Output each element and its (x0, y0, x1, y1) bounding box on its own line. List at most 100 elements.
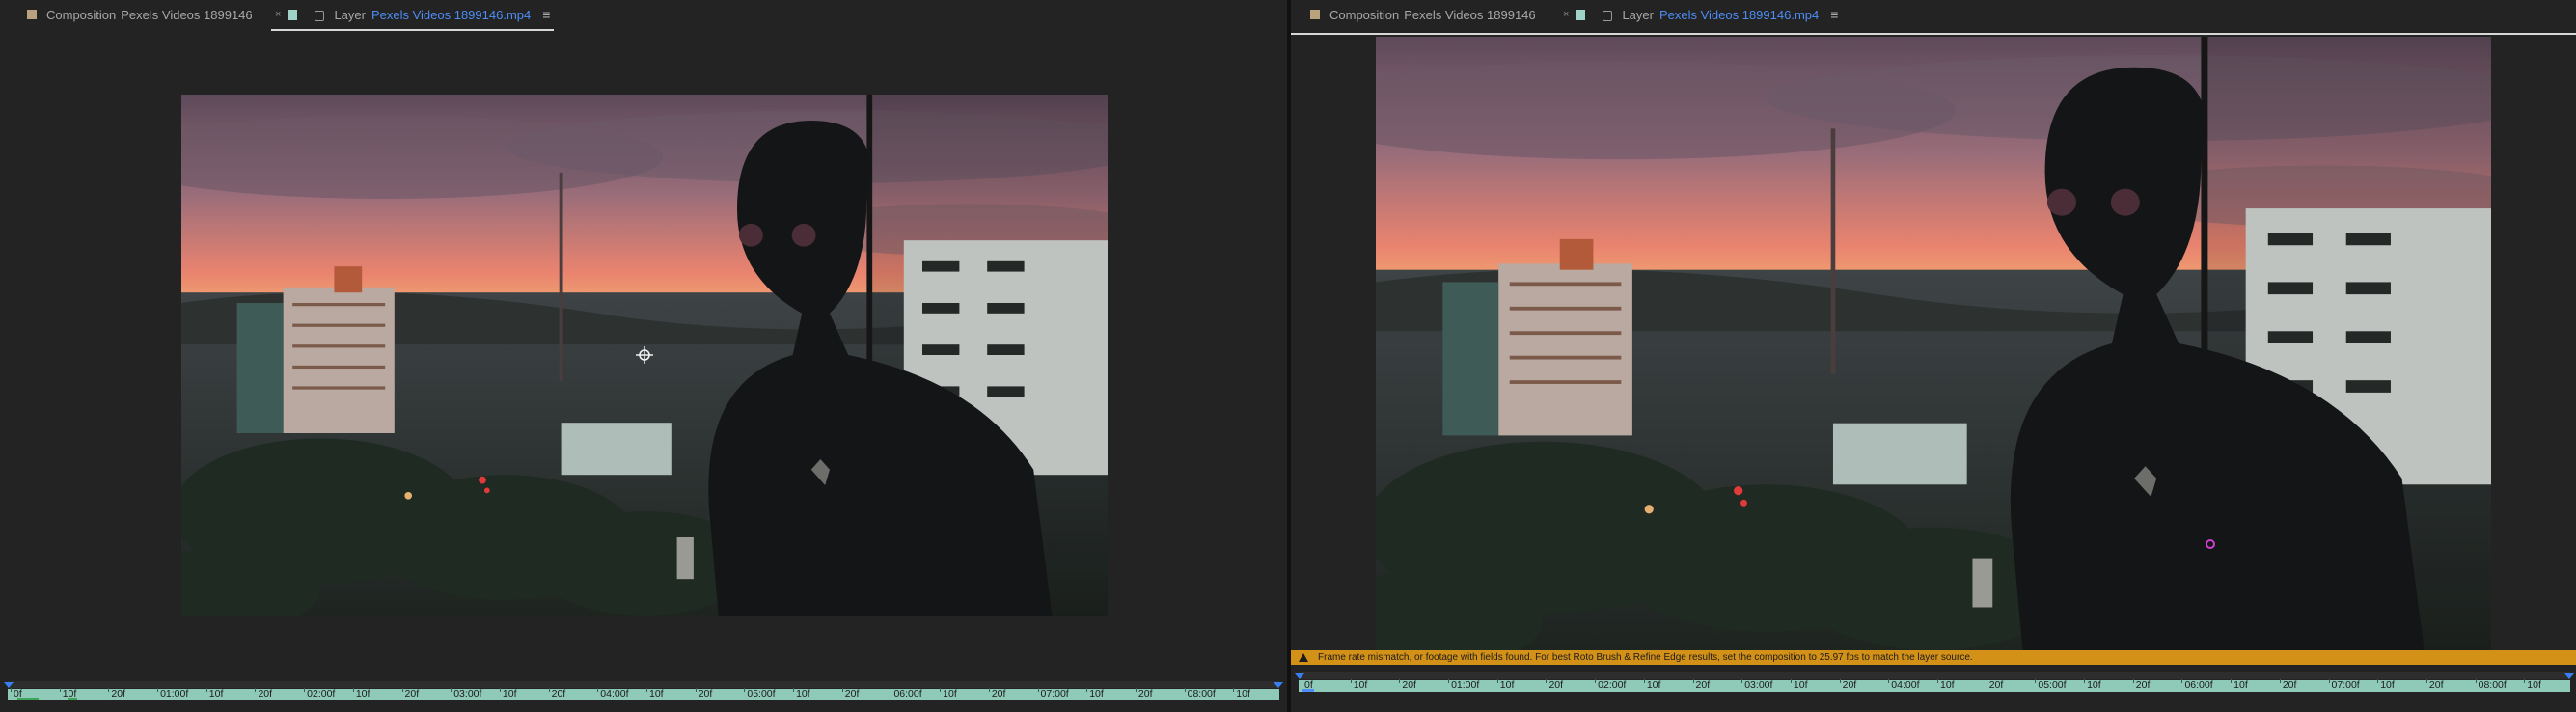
timeline-label: 10f (796, 688, 810, 699)
tab-kind: Layer (334, 7, 366, 22)
timeline-label: 10f (355, 688, 370, 699)
timeline-label: 05:00f (747, 688, 776, 699)
timeline-tick (744, 688, 746, 692)
composition-icon (27, 10, 37, 19)
tab-layer[interactable]: × Layer Pexels Videos 1899146.mp4 ≡ (270, 0, 555, 31)
timeline-tick (59, 688, 61, 692)
timeline-tick (11, 688, 12, 692)
timeline-label: 10f (1793, 679, 1808, 691)
timeline-tick (108, 688, 110, 692)
tab-name: Pexels Videos 1899146 (1404, 7, 1536, 22)
timeline-tick (1741, 679, 1743, 683)
timeline-tick (499, 688, 501, 692)
timeline-tick (451, 688, 452, 692)
tab-composition[interactable]: Composition Pexels Videos 1899146 (1310, 0, 1536, 29)
timeline-tick (793, 688, 795, 692)
panel-menu-icon[interactable]: ≡ (542, 7, 550, 22)
timeline-label: 20f (404, 688, 420, 699)
timeline-label: 10f (1236, 688, 1250, 699)
timeline-labels: 0f 10f 20f 01:00f 10f 20f 02:00f 10f 20f 03:00f 10… (8, 688, 1279, 700)
timeline-tick (1184, 688, 1186, 692)
work-area-marker (17, 698, 39, 700)
timeline-tick (2084, 679, 2086, 683)
timeline-label: 10f (1089, 688, 1104, 699)
timeline-tick (1937, 679, 1938, 683)
timeline-label: 10f (2527, 679, 2541, 691)
timeline-tick (1790, 679, 1792, 683)
timeline-label: 20f (1137, 688, 1153, 699)
active-panel-indicator (1291, 33, 2576, 35)
timeline-tick (1888, 679, 1890, 683)
timeline-label: 20f (1842, 679, 1857, 691)
layer-icon (1576, 9, 1586, 20)
anchor-point-icon[interactable] (636, 346, 653, 364)
timeline-tick (1595, 679, 1597, 683)
timeline-tick (1643, 679, 1645, 683)
lock-icon[interactable] (315, 10, 325, 21)
timeline-label: 20f (1988, 679, 2004, 691)
timeline-label: 20f (698, 688, 713, 699)
timeline-label: 10f (649, 688, 664, 699)
tab-composition[interactable]: Composition Pexels Videos 1899146 (27, 0, 253, 29)
layer-timeline-ruler[interactable]: 0f 10f 20f 01:00f 10f 20f 02:00f 10f 20f 03:00f 10… (1295, 672, 2574, 692)
layer-timeline-ruler[interactable]: 0f 10f 20f 01:00f 10f 20f 02:00f 10f 20f 03:00f 10… (4, 681, 1283, 700)
tab-kind: Composition (1329, 7, 1400, 22)
timeline-label: 10f (2087, 679, 2101, 691)
timeline-tick (1448, 679, 1450, 683)
timeline-tick (2231, 679, 2233, 683)
timeline-label: 10f (1940, 679, 1955, 691)
frame-rate-warning-bar: Frame rate mismatch, or footage with fie… (1291, 650, 2576, 665)
timeline-tick (2328, 679, 2330, 683)
timeline-tick (2377, 679, 2379, 683)
timeline-tick (2279, 679, 2281, 683)
tab-file-name: Pexels Videos 1899146.mp4 (1658, 7, 1820, 22)
left-layer-panel: Composition Pexels Videos 1899146 × Laye… (0, 0, 1287, 712)
tab-layer[interactable]: × Layer Pexels Videos 1899146.mp4 ≡ (1563, 0, 1838, 29)
timeline-label: 07:00f (1040, 688, 1069, 699)
timeline-label: 20f (1548, 679, 1564, 691)
layer-viewer-frame[interactable] (1376, 37, 2491, 650)
timeline-tick (2475, 679, 2477, 683)
timeline-tick (1037, 688, 1039, 692)
timeline-label: 20f (2135, 679, 2151, 691)
timeline-tick (1546, 679, 1548, 683)
playhead-icon[interactable] (4, 682, 14, 688)
timeline-label: 08:00f (1187, 688, 1216, 699)
timeline-label: 20f (258, 688, 273, 699)
playhead-icon[interactable] (1295, 673, 1304, 679)
timeline-label: 03:00f (1744, 679, 1773, 691)
right-layer-panel: Composition Pexels Videos 1899146 × Laye… (1291, 0, 2576, 712)
timeline-tick (2524, 679, 2526, 683)
timeline-label: 20f (551, 688, 566, 699)
lock-icon[interactable] (1603, 10, 1613, 21)
timeline-label: 10f (2380, 679, 2395, 691)
roto-brush-cursor-icon (2206, 539, 2215, 549)
timeline-label: 10f (1499, 679, 1515, 691)
timeline-tick (2035, 679, 2037, 683)
composition-icon (1310, 10, 1320, 19)
timeline-label: 04:00f (600, 688, 629, 699)
timeline-tick (2132, 679, 2134, 683)
tab-file-name: Pexels Videos 1899146.mp4 (370, 7, 532, 22)
timeline-label: 06:00f (893, 688, 922, 699)
end-marker-icon[interactable] (1274, 682, 1283, 688)
close-icon[interactable]: × (1563, 9, 1569, 20)
timeline-tick (695, 688, 697, 692)
timeline-tick (1399, 679, 1401, 683)
end-marker-icon[interactable] (2564, 673, 2574, 679)
panel-tab-bar: Composition Pexels Videos 1899146 × Laye… (0, 0, 1287, 33)
timeline-label: 04:00f (1891, 679, 1920, 691)
timeline-tick (646, 688, 647, 692)
close-icon[interactable]: × (275, 9, 281, 20)
timeline-tick (304, 688, 306, 692)
panel-menu-icon[interactable]: ≡ (1830, 7, 1838, 22)
timeline-label: 05:00f (2038, 679, 2067, 691)
timeline-tick (1233, 688, 1235, 692)
tab-name: Pexels Videos 1899146 (121, 7, 253, 22)
timeline-label: 01:00f (160, 688, 189, 699)
timeline-tick (352, 688, 354, 692)
timeline-tick (841, 688, 843, 692)
tab-kind: Layer (1622, 7, 1654, 22)
timeline-label: 10f (943, 688, 957, 699)
timeline-tick (1839, 679, 1841, 683)
